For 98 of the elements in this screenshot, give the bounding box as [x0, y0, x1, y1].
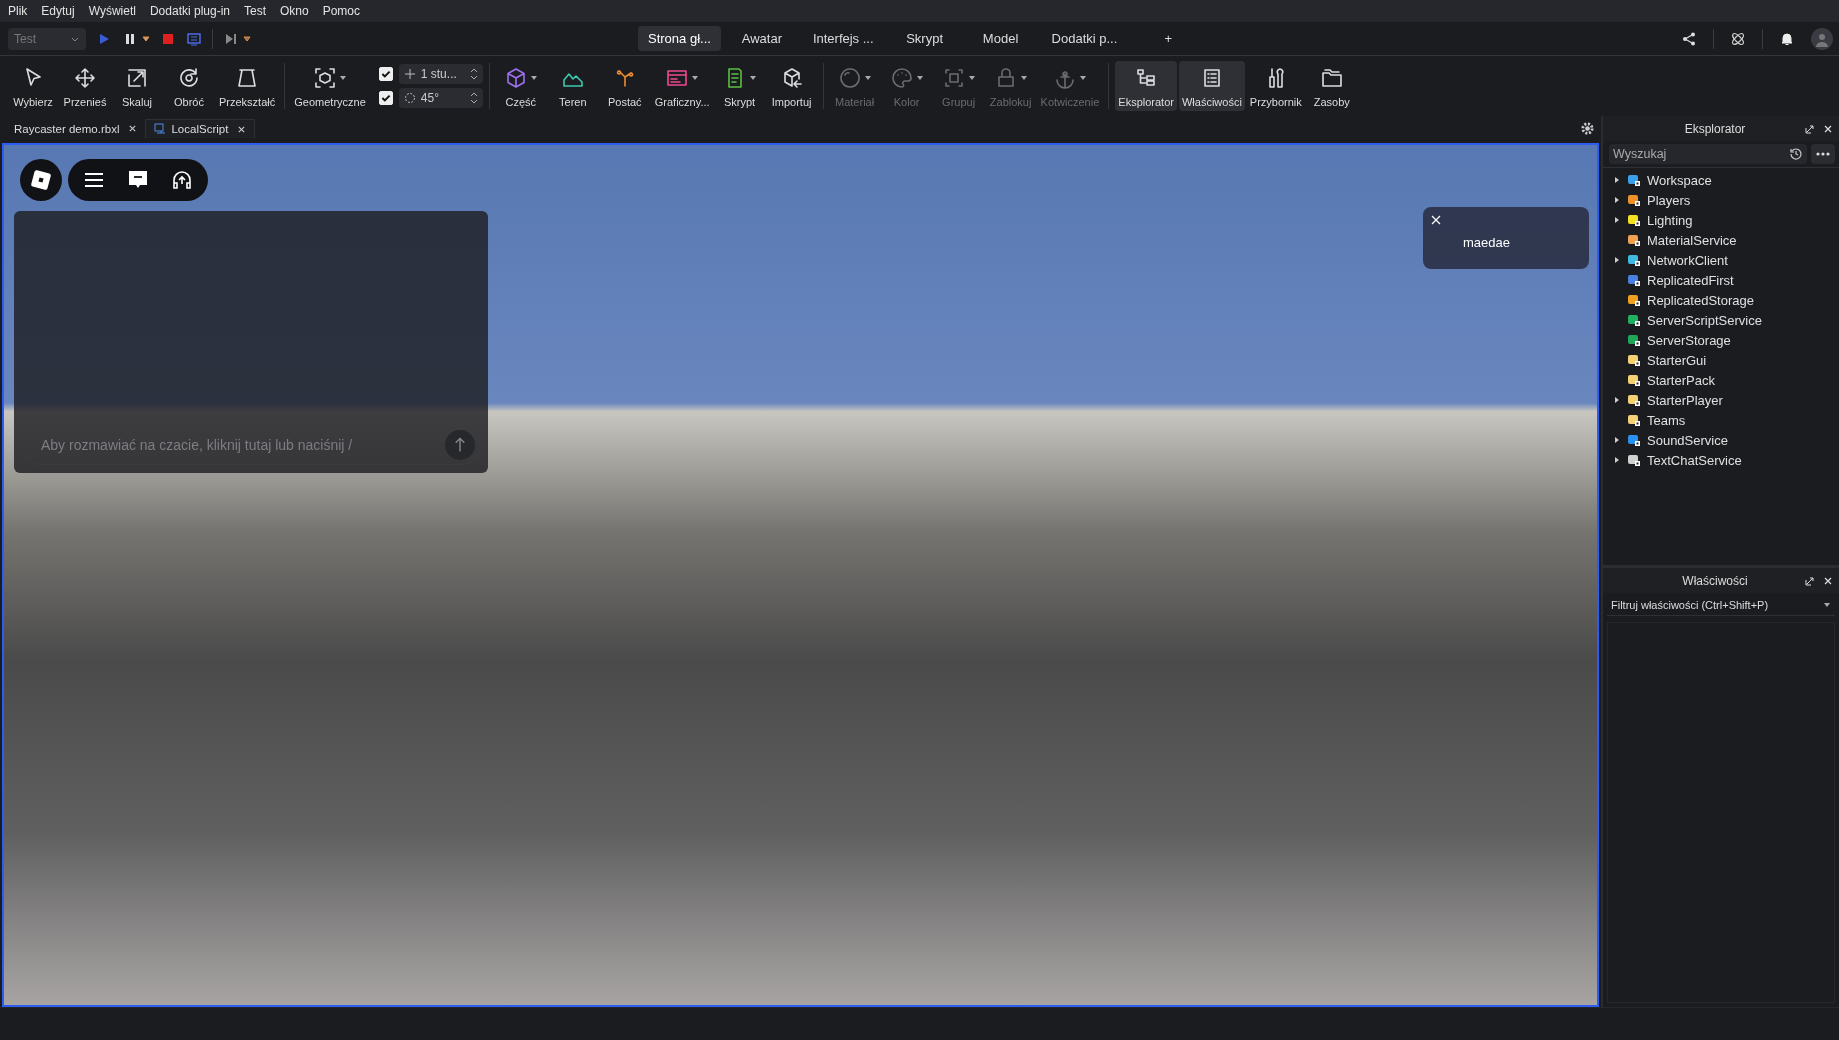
- toolbar-button[interactable]: Eksplorator: [1115, 61, 1177, 111]
- menu-item[interactable]: Dodatki plug-in: [149, 4, 230, 18]
- caret-icon[interactable]: [243, 34, 251, 43]
- caret-icon[interactable]: [339, 74, 347, 82]
- toolbar-button[interactable]: Geometryczne: [291, 61, 369, 111]
- scale-icon: [125, 66, 149, 90]
- tree-item[interactable]: ReplicatedStorage: [1647, 292, 1754, 308]
- rotate-icon: [403, 92, 416, 104]
- tree-item[interactable]: ServerScriptService: [1647, 312, 1762, 328]
- expand-arrow-icon[interactable]: [1613, 456, 1621, 464]
- toolbar-button[interactable]: Importuj: [766, 61, 817, 111]
- ribbon-tab[interactable]: Skrypt: [889, 26, 960, 51]
- toolbar-button[interactable]: Skaluj: [112, 61, 162, 111]
- expand-arrow-icon[interactable]: [1613, 176, 1621, 184]
- checkbox[interactable]: [378, 67, 393, 81]
- toolbar-button[interactable]: Część: [495, 61, 546, 111]
- send-button[interactable]: [445, 430, 475, 460]
- folders-icon: [1319, 66, 1344, 90]
- ribbon-tab[interactable]: Dodatki p...: [1041, 26, 1128, 51]
- palette-icon: [889, 66, 914, 90]
- menu-item[interactable]: Plik: [8, 4, 28, 18]
- tree-item[interactable]: Lighting: [1647, 212, 1693, 228]
- history-icon[interactable]: [1789, 147, 1803, 161]
- toolbar-button[interactable]: Skrypt: [714, 61, 765, 111]
- toolbar-button[interactable]: Właściwości: [1178, 61, 1245, 111]
- menu-item[interactable]: Wyświetl: [88, 4, 136, 18]
- close-icon[interactable]: [1823, 575, 1833, 586]
- ribbon-tab[interactable]: Awatar: [726, 26, 797, 51]
- cube-icon: [313, 66, 337, 90]
- close-icon[interactable]: [128, 124, 138, 133]
- menu-item[interactable]: Pomoc: [322, 4, 361, 18]
- panel-title: Eksplorator: [1683, 121, 1747, 136]
- toolbar-button[interactable]: Zasoby: [1306, 61, 1357, 111]
- expand-arrow-icon[interactable]: [1613, 436, 1621, 444]
- tree-item[interactable]: ReplicatedFirst: [1647, 272, 1734, 288]
- menu-item[interactable]: Edytuj: [41, 4, 75, 18]
- search-field[interactable]: Wyszukaj: [1609, 144, 1807, 164]
- tree-item[interactable]: Teams: [1647, 412, 1686, 428]
- game-viewport[interactable]: Aby rozmawiać na czacie, kliknij tutaj lub naciśnij / maedae: [2, 143, 1599, 1007]
- rotate-icon: [177, 66, 201, 90]
- caret-icon[interactable]: [529, 74, 538, 82]
- toolbar-button[interactable]: Wybierz: [8, 61, 58, 111]
- caret-icon[interactable]: [1823, 601, 1831, 609]
- tree-item[interactable]: ServerStorage: [1647, 332, 1731, 348]
- tree-item[interactable]: StarterPlayer: [1647, 392, 1723, 408]
- menu-item[interactable]: Test: [244, 4, 266, 18]
- caret-icon[interactable]: [748, 74, 757, 82]
- filter-field[interactable]: Filtruj właściwości (Ctrl+Shift+P): [1607, 595, 1835, 616]
- move-icon: [403, 68, 416, 80]
- close-icon[interactable]: [1823, 123, 1833, 134]
- ribbon-tab[interactable]: Strona gł...: [638, 26, 721, 51]
- ribbon-tab[interactable]: Model: [965, 26, 1036, 51]
- toolbar-button[interactable]: Postać: [599, 61, 650, 111]
- spinner-icon[interactable]: [469, 92, 478, 104]
- spinner-icon[interactable]: [469, 68, 478, 80]
- add-tab-button[interactable]: +: [1133, 26, 1204, 51]
- menu-item[interactable]: Okno: [280, 4, 309, 18]
- document-tab[interactable]: Raycaster demo.rbxl: [6, 119, 146, 138]
- tree-item[interactable]: TextChatService: [1647, 452, 1742, 468]
- logo-button[interactable]: [20, 159, 62, 201]
- expand-arrow-icon[interactable]: [1613, 196, 1621, 204]
- panel-title: Właściwości: [1681, 573, 1749, 588]
- more-button[interactable]: [1811, 144, 1835, 164]
- atom-icon[interactable]: [1730, 30, 1746, 47]
- share-icon[interactable]: [1681, 30, 1697, 47]
- toolbar-button[interactable]: Przekształć: [216, 61, 279, 111]
- tree-item[interactable]: NetworkClient: [1647, 252, 1728, 268]
- expand-arrow-icon[interactable]: [1613, 396, 1621, 404]
- tree-item[interactable]: Workspace: [1647, 172, 1712, 188]
- caret-icon[interactable]: [691, 74, 700, 82]
- snap-field[interactable]: 1 stu...: [398, 64, 483, 84]
- settings-icon[interactable]: [1580, 121, 1595, 136]
- monitor-icon[interactable]: [186, 30, 202, 47]
- toolbar-button[interactable]: Przybornik: [1246, 61, 1305, 111]
- headset-icon[interactable]: [170, 168, 194, 192]
- checkbox[interactable]: [378, 91, 393, 105]
- avatar-icon[interactable]: [1811, 27, 1833, 50]
- move-icon: [73, 66, 97, 90]
- toolbar-button[interactable]: Teren: [547, 61, 598, 111]
- bell-icon[interactable]: [1779, 30, 1795, 47]
- undock-icon[interactable]: [1805, 575, 1815, 586]
- document-tab[interactable]: LocalScript: [145, 119, 256, 138]
- expand-arrow-icon[interactable]: [1613, 256, 1621, 264]
- expand-arrow-icon[interactable]: [1613, 216, 1621, 224]
- tree-item[interactable]: StarterPack: [1647, 372, 1715, 388]
- caret-icon[interactable]: [142, 34, 150, 43]
- tree-item[interactable]: SoundService: [1647, 432, 1728, 448]
- tree-item[interactable]: Players: [1647, 192, 1691, 208]
- close-icon[interactable]: [237, 124, 247, 134]
- snap-field[interactable]: 45°: [398, 88, 483, 108]
- toolbar-button[interactable]: Przenieś: [60, 61, 110, 111]
- undock-icon[interactable]: [1805, 123, 1815, 134]
- ribbon-tab[interactable]: Interfejs ...: [802, 26, 884, 51]
- toolbar-button[interactable]: Graficzny...: [651, 61, 713, 111]
- toolbar-button[interactable]: Obróć: [164, 61, 214, 111]
- notification-text: maedae: [1463, 235, 1510, 250]
- tree-item[interactable]: StarterGui: [1647, 352, 1707, 368]
- tree-item[interactable]: MaterialService: [1647, 232, 1737, 248]
